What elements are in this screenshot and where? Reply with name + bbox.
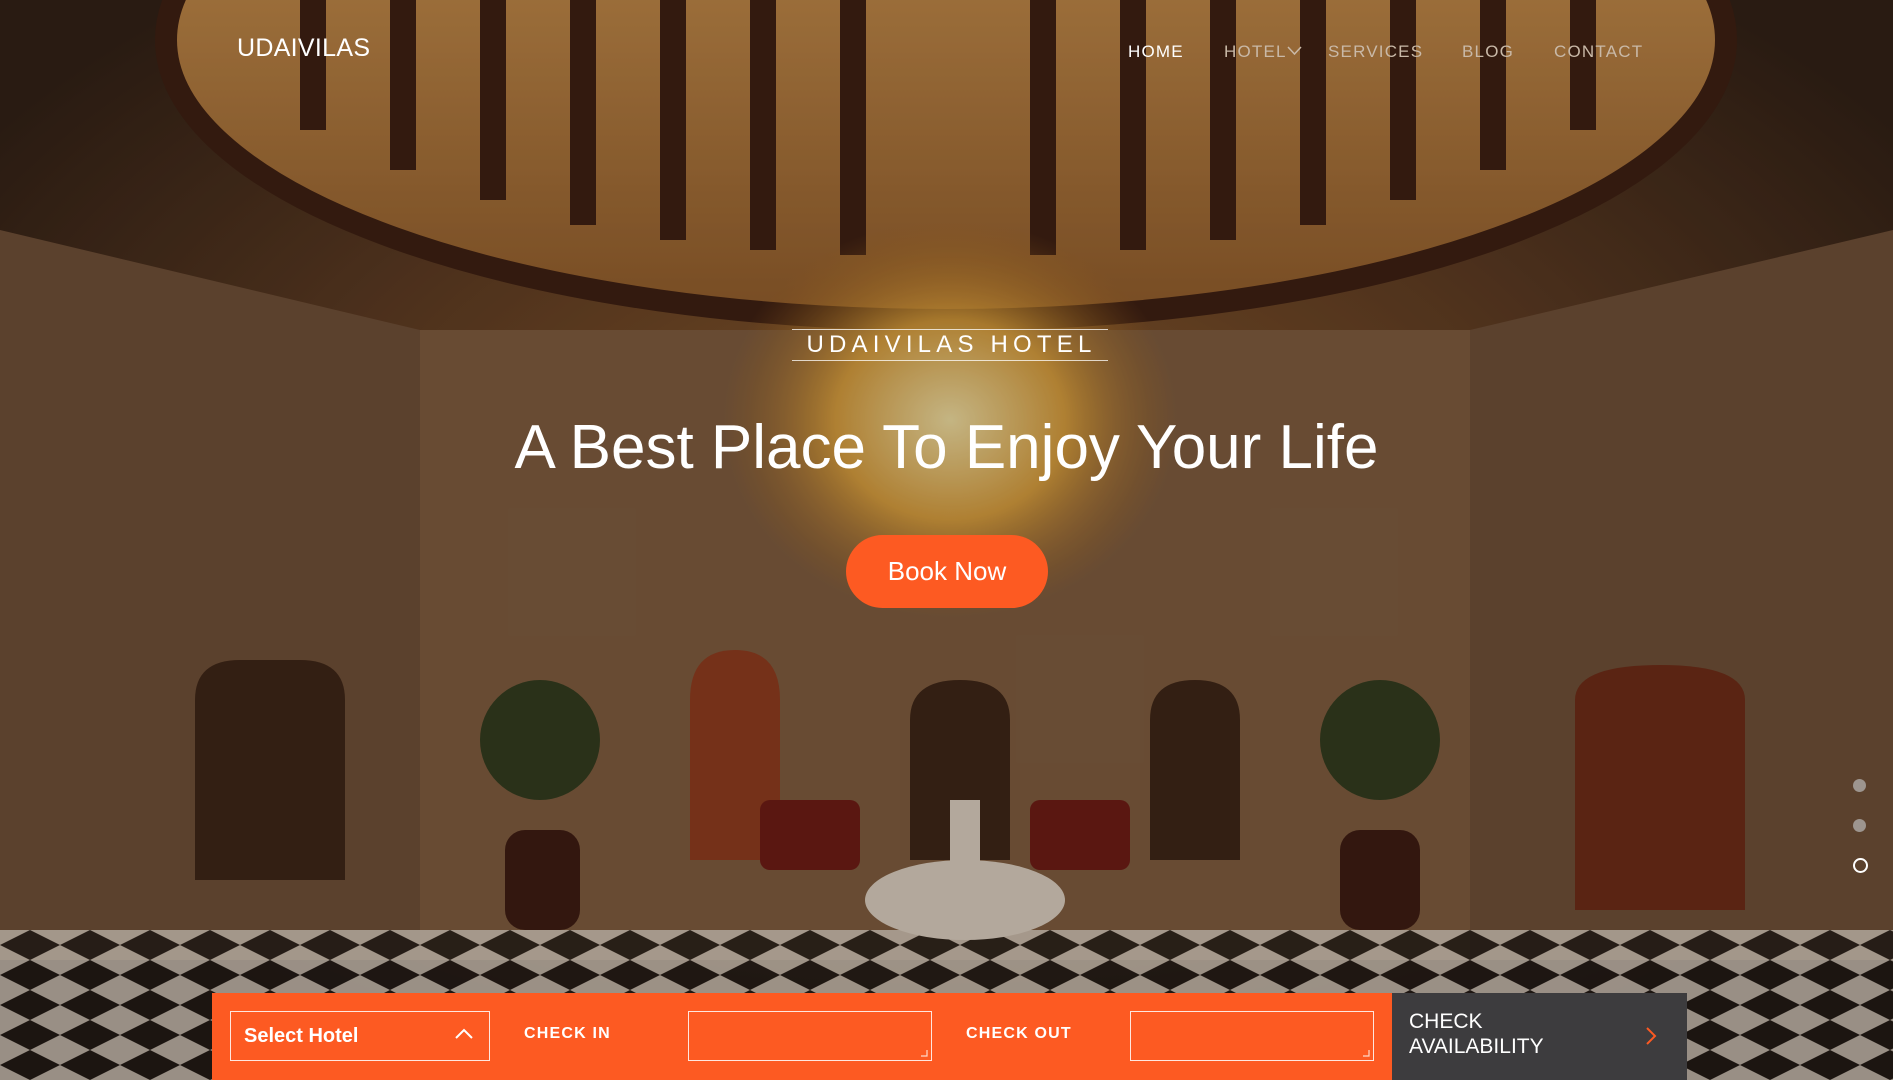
check-availability-line2: AVAILABILITY	[1409, 1035, 1544, 1058]
nav-item-services[interactable]: SERVICES	[1328, 42, 1423, 62]
resize-handle-icon[interactable]	[1362, 1049, 1370, 1057]
nav-item-home[interactable]: HOME	[1128, 42, 1184, 62]
select-hotel-dropdown[interactable]: Select Hotel	[230, 1011, 490, 1061]
hero-headline: A Best Place To Enjoy Your Life	[514, 413, 1379, 482]
resize-handle-icon[interactable]	[920, 1049, 928, 1057]
nav-item-hotel-label: HOTEL	[1224, 42, 1287, 61]
check-availability-line1: CHECK	[1409, 1010, 1483, 1033]
nav-item-blog[interactable]: BLOG	[1462, 42, 1514, 62]
slider-dot-3-active[interactable]	[1853, 858, 1868, 873]
check-out-input[interactable]	[1130, 1011, 1374, 1061]
book-now-button[interactable]: Book Now	[846, 535, 1048, 608]
check-in-input[interactable]	[688, 1011, 932, 1061]
check-availability-button[interactable]: CHECK AVAILABILITY	[1392, 993, 1687, 1080]
slider-dot-2[interactable]	[1853, 819, 1866, 832]
check-out-label: CHECK OUT	[966, 1025, 1072, 1042]
site-logo[interactable]: UDAIVILAS	[237, 34, 370, 63]
check-availability-label: CHECK AVAILABILITY	[1409, 1009, 1569, 1059]
select-hotel-value: Select Hotel	[244, 1025, 359, 1047]
chevron-up-icon	[455, 1028, 473, 1039]
nav-item-hotel[interactable]: HOTEL	[1224, 42, 1287, 62]
check-in-label: CHECK IN	[524, 1025, 611, 1042]
chevron-down-icon[interactable]	[1287, 45, 1302, 57]
chevron-right-icon	[1646, 1027, 1657, 1045]
hero-tagline: UDAIVILAS HOTEL	[792, 329, 1108, 361]
slider-dot-1[interactable]	[1853, 779, 1866, 792]
nav-item-contact[interactable]: CONTACT	[1554, 42, 1643, 62]
booking-form: Select Hotel CHECK IN CHECK OUT CHECK AV…	[212, 993, 1687, 1080]
